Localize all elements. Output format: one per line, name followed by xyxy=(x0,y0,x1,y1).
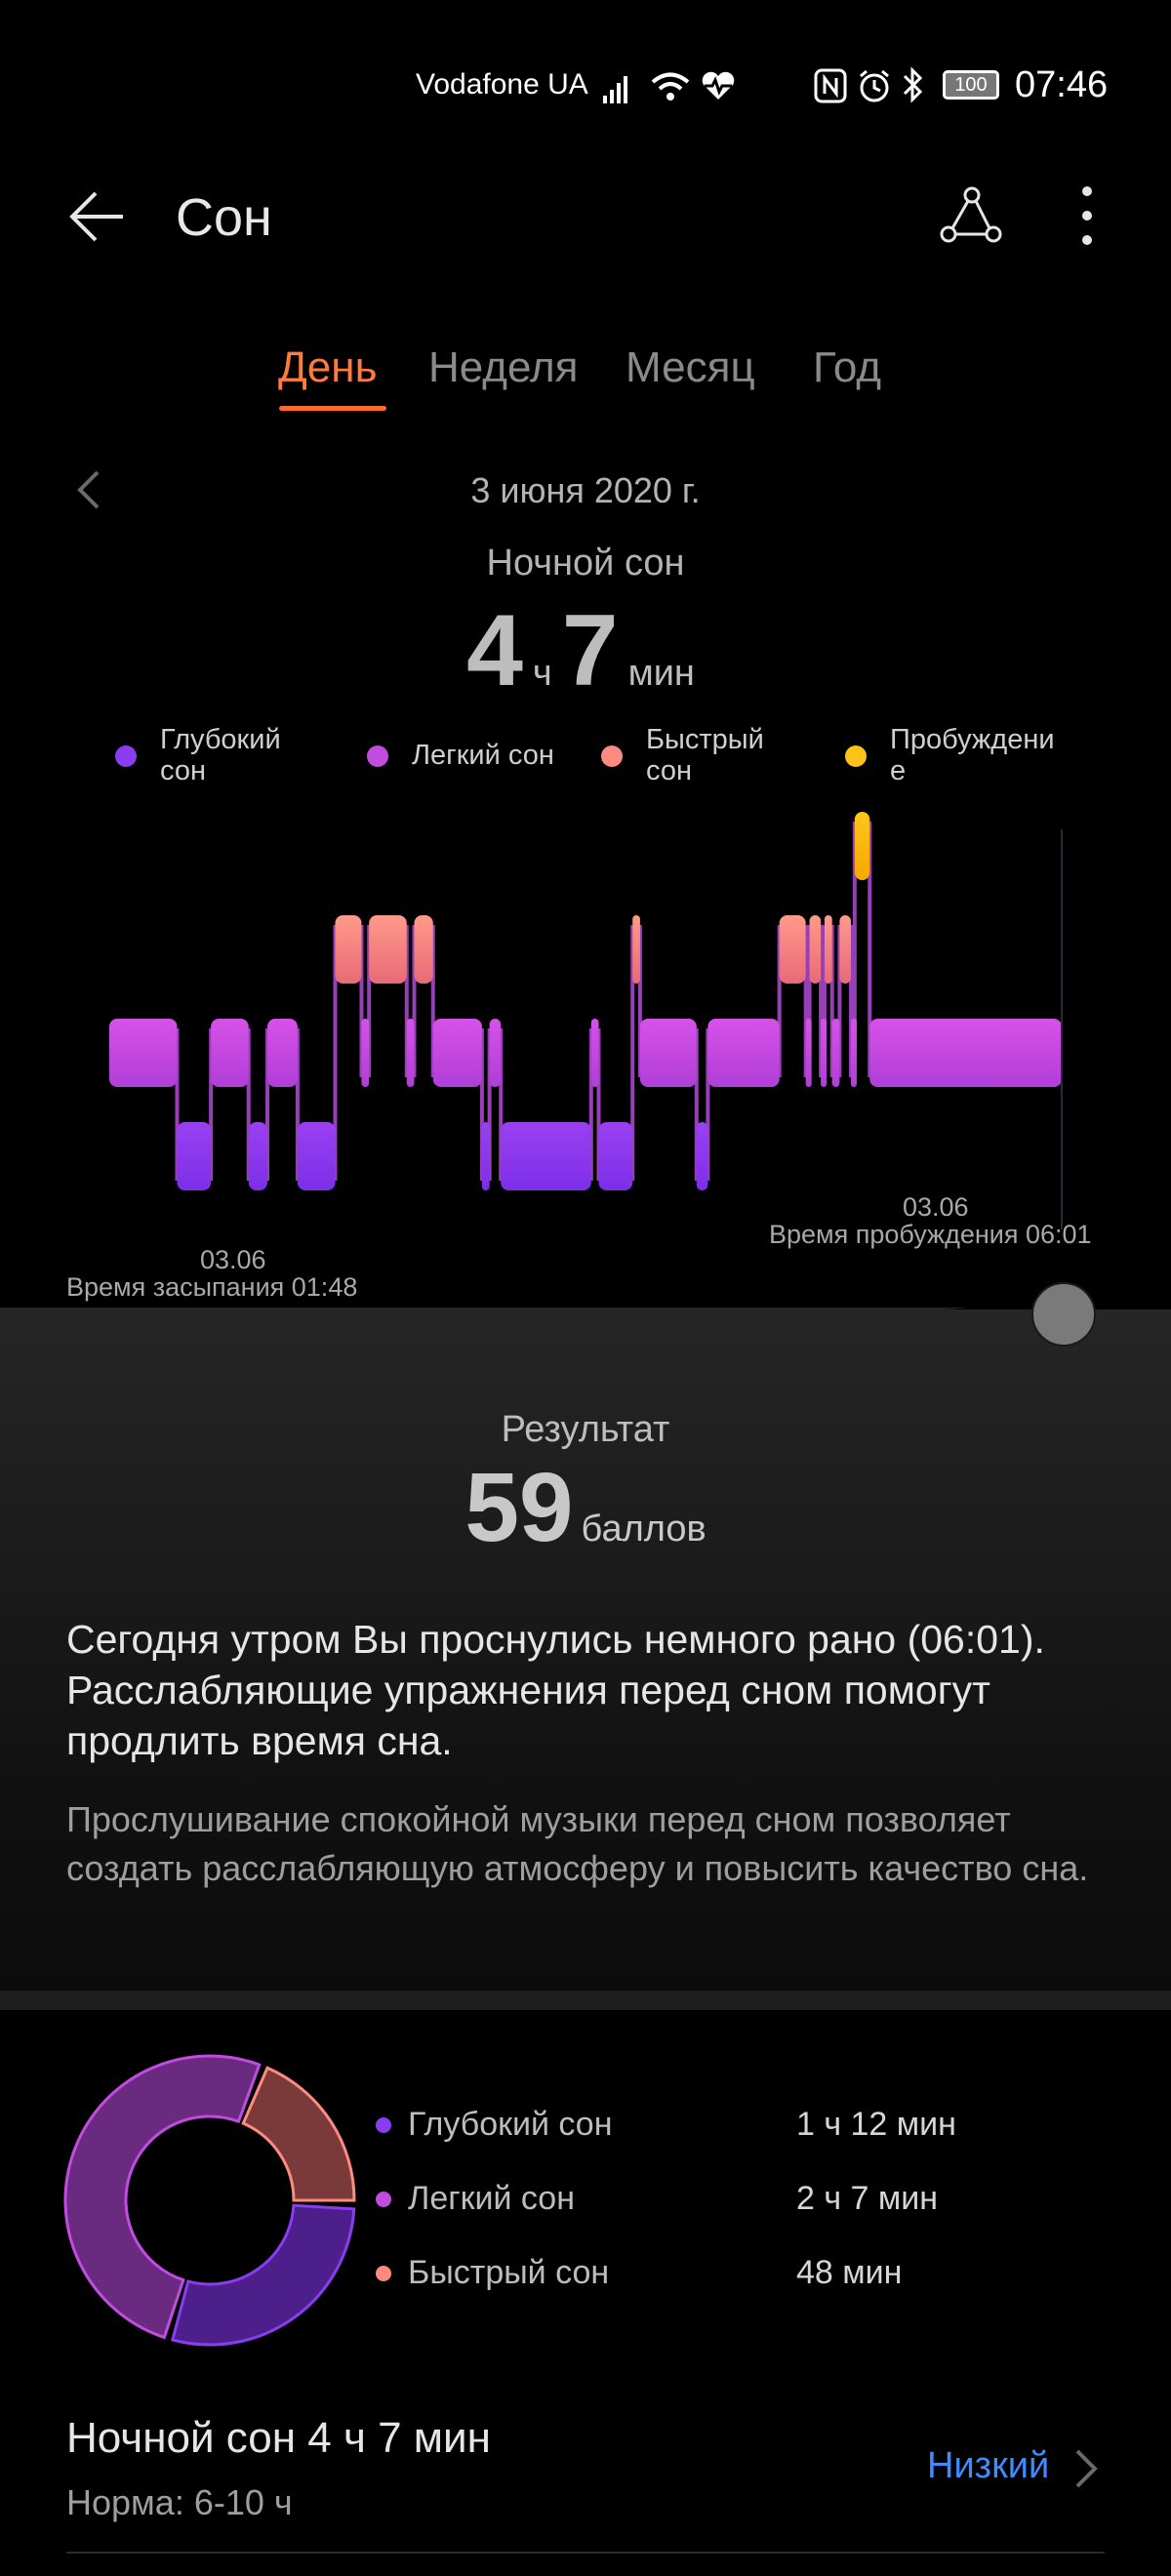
bottom-divider xyxy=(66,2552,1105,2554)
awake-segment xyxy=(854,812,870,880)
light-segment xyxy=(831,1019,840,1087)
score-value: 59 xyxy=(464,1453,574,1562)
sleep-structure-donut xyxy=(63,2054,356,2347)
deep-segment xyxy=(481,1122,490,1190)
light-segment xyxy=(590,1019,599,1087)
night-sleep-level-link[interactable]: Низкий xyxy=(927,2445,1049,2487)
duration-minutes-unit: мин xyxy=(627,653,695,694)
light-segment xyxy=(267,1019,298,1087)
sleep-start-date: 03.06 xyxy=(200,1245,266,1274)
wake-date: 03.06 xyxy=(903,1192,969,1222)
active-tab-indicator xyxy=(279,406,386,411)
deep-segment xyxy=(598,1122,633,1190)
deep-segment xyxy=(501,1122,591,1190)
rem-segment xyxy=(824,915,832,984)
light-segment xyxy=(821,1019,828,1087)
breakdown-value-rem: 48 мин xyxy=(796,2254,903,2291)
section-divider xyxy=(0,1991,1171,2010)
deep-segment xyxy=(248,1122,268,1190)
page-title: Сон xyxy=(176,188,272,247)
score-unit: баллов xyxy=(581,1509,707,1550)
rem-segment xyxy=(369,915,407,984)
tab-month[interactable]: Месяц xyxy=(626,343,755,392)
signal-icon xyxy=(603,76,627,103)
donut-slice-rem xyxy=(241,2066,356,2202)
alarm-icon xyxy=(860,69,889,102)
light-segment xyxy=(361,1019,370,1087)
selected-date: 3 июня 2020 г. xyxy=(470,470,701,510)
sleep-duration: 4 ч7 мин xyxy=(0,593,1171,709)
breakdown-value-deep: 1 ч 12 мин xyxy=(796,2106,956,2143)
legend-light-sleep: Легкий сон xyxy=(367,740,626,771)
legend-deep-sleep: Глубокий сон xyxy=(115,724,326,786)
heart-rate-icon xyxy=(702,71,735,100)
legend-dot-awake xyxy=(845,745,867,767)
sleep-start-label: Время засыпания 01:48 xyxy=(66,1272,358,1302)
night-sleep-title: Ночной сон 4 ч 7 мин xyxy=(66,2414,491,2462)
light-segment xyxy=(406,1019,415,1087)
legend-label: Глубокий сон xyxy=(160,724,281,786)
light-segment xyxy=(850,1019,857,1087)
deep-segment xyxy=(297,1122,336,1190)
light-segment xyxy=(639,1019,697,1087)
light-segment xyxy=(211,1019,249,1087)
breakdown-dot-light xyxy=(376,2192,391,2207)
status-bar: Vodafone UA 100 07:46 xyxy=(0,0,1171,117)
duration-hours: 4 xyxy=(466,594,523,707)
rem-segment xyxy=(839,915,851,984)
back-arrow-icon[interactable] xyxy=(66,185,129,248)
breakdown-label-deep: Глубокий сон xyxy=(408,2106,613,2143)
nfc-icon xyxy=(814,68,847,103)
tip-text: Прослушивание спокойной музыки перед сно… xyxy=(66,1799,1089,1888)
breakdown-label-rem: Быстрый сон xyxy=(408,2254,610,2291)
legend-dot-rem xyxy=(601,745,623,767)
rem-segment xyxy=(335,915,362,984)
result-label: Результат xyxy=(501,1409,670,1450)
legend-awake: Пробуждение xyxy=(845,724,1056,786)
breakdown-dot-deep xyxy=(376,2117,391,2133)
light-segment xyxy=(109,1019,178,1087)
status-time: 07:46 xyxy=(1015,64,1109,105)
legend-dot-light xyxy=(367,745,388,767)
rem-segment xyxy=(414,915,433,984)
timeline-scrubber-handle[interactable] xyxy=(1031,1282,1096,1347)
deep-segment xyxy=(177,1122,212,1190)
night-sleep-norm: Норма: 6-10 ч xyxy=(66,2482,293,2522)
breakdown-value-light: 2 ч 7 мин xyxy=(796,2180,939,2217)
legend-label: Быстрый сон xyxy=(646,724,764,786)
legend-dot-deep xyxy=(115,745,137,767)
carrier-name: Vodafone UA xyxy=(416,68,588,101)
rem-segment xyxy=(779,915,806,984)
tab-week[interactable]: Неделя xyxy=(428,343,578,392)
breakdown-dot-rem xyxy=(376,2266,391,2281)
legend-label: Легкий сон xyxy=(412,740,554,771)
light-segment xyxy=(707,1019,780,1087)
sleep-stages-chart xyxy=(109,812,1063,1229)
duration-hours-unit: ч xyxy=(532,653,552,694)
tab-year[interactable]: Год xyxy=(813,343,881,392)
deep-segment xyxy=(696,1122,708,1190)
rem-segment xyxy=(809,915,822,984)
battery-icon: 100 xyxy=(943,70,999,100)
chevron-right-icon[interactable] xyxy=(1073,2447,1099,2490)
legend-label: Пробуждение xyxy=(890,724,1055,786)
duration-minutes: 7 xyxy=(561,594,619,707)
summary-subtitle: Ночной сон xyxy=(486,543,685,584)
tab-day[interactable]: День xyxy=(278,343,378,392)
breakdown-label-light: Легкий сон xyxy=(408,2180,575,2217)
light-segment xyxy=(805,1019,812,1087)
light-segment xyxy=(489,1019,502,1087)
rem-segment xyxy=(632,915,640,984)
share-icon[interactable] xyxy=(937,183,1005,246)
wake-label: Время пробуждения 06:01 xyxy=(769,1220,1092,1249)
advice-text: Сегодня утром Вы проснулись немного рано… xyxy=(66,1617,1045,1763)
bluetooth-icon xyxy=(903,66,923,103)
sleep-score: 59 баллов xyxy=(0,1452,1171,1564)
legend-rem-sleep: Быстрый сон xyxy=(601,724,802,786)
wifi-icon xyxy=(651,72,690,101)
donut-slice-deep xyxy=(170,2203,356,2347)
more-options-icon[interactable] xyxy=(1073,181,1101,250)
light-segment xyxy=(432,1019,482,1087)
light-segment xyxy=(869,1019,1062,1087)
